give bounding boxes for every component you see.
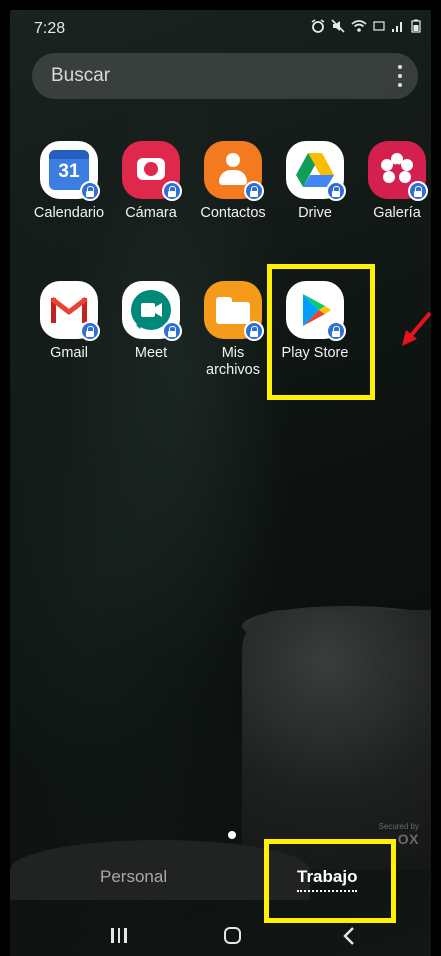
more-options-icon[interactable] bbox=[398, 65, 402, 87]
app-label: Calendario bbox=[33, 205, 105, 221]
work-lock-icon bbox=[244, 181, 264, 201]
recent-apps-icon[interactable] bbox=[111, 928, 127, 943]
app-contactos[interactable]: Contactos bbox=[193, 141, 273, 222]
status-icons bbox=[311, 19, 421, 36]
work-lock-icon bbox=[162, 321, 182, 341]
app-gmail[interactable]: Gmail bbox=[29, 281, 109, 362]
tab-personal[interactable]: Personal bbox=[100, 867, 167, 887]
alarm-icon bbox=[311, 19, 325, 36]
status-bar: 7:28 bbox=[10, 10, 431, 46]
home-icon[interactable] bbox=[224, 927, 241, 944]
home-screen: 7:28 Buscar 31 Calendario Cámara Contact… bbox=[10, 10, 431, 956]
app-label: Drive bbox=[298, 205, 332, 221]
app-label: Cámara bbox=[125, 205, 177, 221]
work-lock-icon bbox=[80, 321, 100, 341]
app-drive[interactable]: Drive bbox=[275, 141, 355, 222]
work-lock-icon bbox=[408, 181, 428, 201]
search-bar[interactable]: Buscar bbox=[32, 53, 418, 99]
app-mis-archivos[interactable]: Mis archivos bbox=[193, 281, 273, 379]
app-galeria[interactable]: Galería bbox=[357, 141, 431, 222]
app-meet[interactable]: Meet bbox=[111, 281, 191, 362]
work-lock-icon bbox=[326, 181, 346, 201]
mute-icon bbox=[331, 19, 345, 36]
calendar-day-number: 31 bbox=[58, 161, 80, 182]
app-label: Gmail bbox=[50, 345, 88, 361]
back-icon[interactable] bbox=[343, 927, 355, 945]
signal-icon bbox=[391, 19, 405, 36]
work-lock-icon bbox=[244, 321, 264, 341]
page-indicator-dot bbox=[228, 831, 236, 839]
app-calendario[interactable]: 31 Calendario bbox=[29, 141, 109, 222]
search-placeholder: Buscar bbox=[51, 65, 111, 86]
app-label: Meet bbox=[134, 345, 168, 361]
wifi-icon bbox=[351, 19, 367, 36]
work-lock-icon bbox=[162, 181, 182, 201]
app-label: Galería bbox=[373, 205, 421, 221]
battery-icon bbox=[411, 19, 421, 36]
lte-icon bbox=[373, 19, 385, 36]
annotation-arrow-icon bbox=[402, 311, 431, 346]
app-label-line1: Mis bbox=[221, 345, 245, 361]
knox-secured-by: Secured by bbox=[378, 822, 419, 831]
app-camara[interactable]: Cámara bbox=[111, 141, 191, 222]
play-store-highlight bbox=[267, 264, 375, 400]
app-label: Contactos bbox=[200, 205, 266, 221]
app-label-line2: archivos bbox=[206, 362, 260, 378]
navigation-bar bbox=[10, 910, 431, 956]
work-lock-icon bbox=[80, 181, 100, 201]
app-label: Mis archivos bbox=[193, 345, 273, 379]
status-time: 7:28 bbox=[34, 20, 66, 37]
